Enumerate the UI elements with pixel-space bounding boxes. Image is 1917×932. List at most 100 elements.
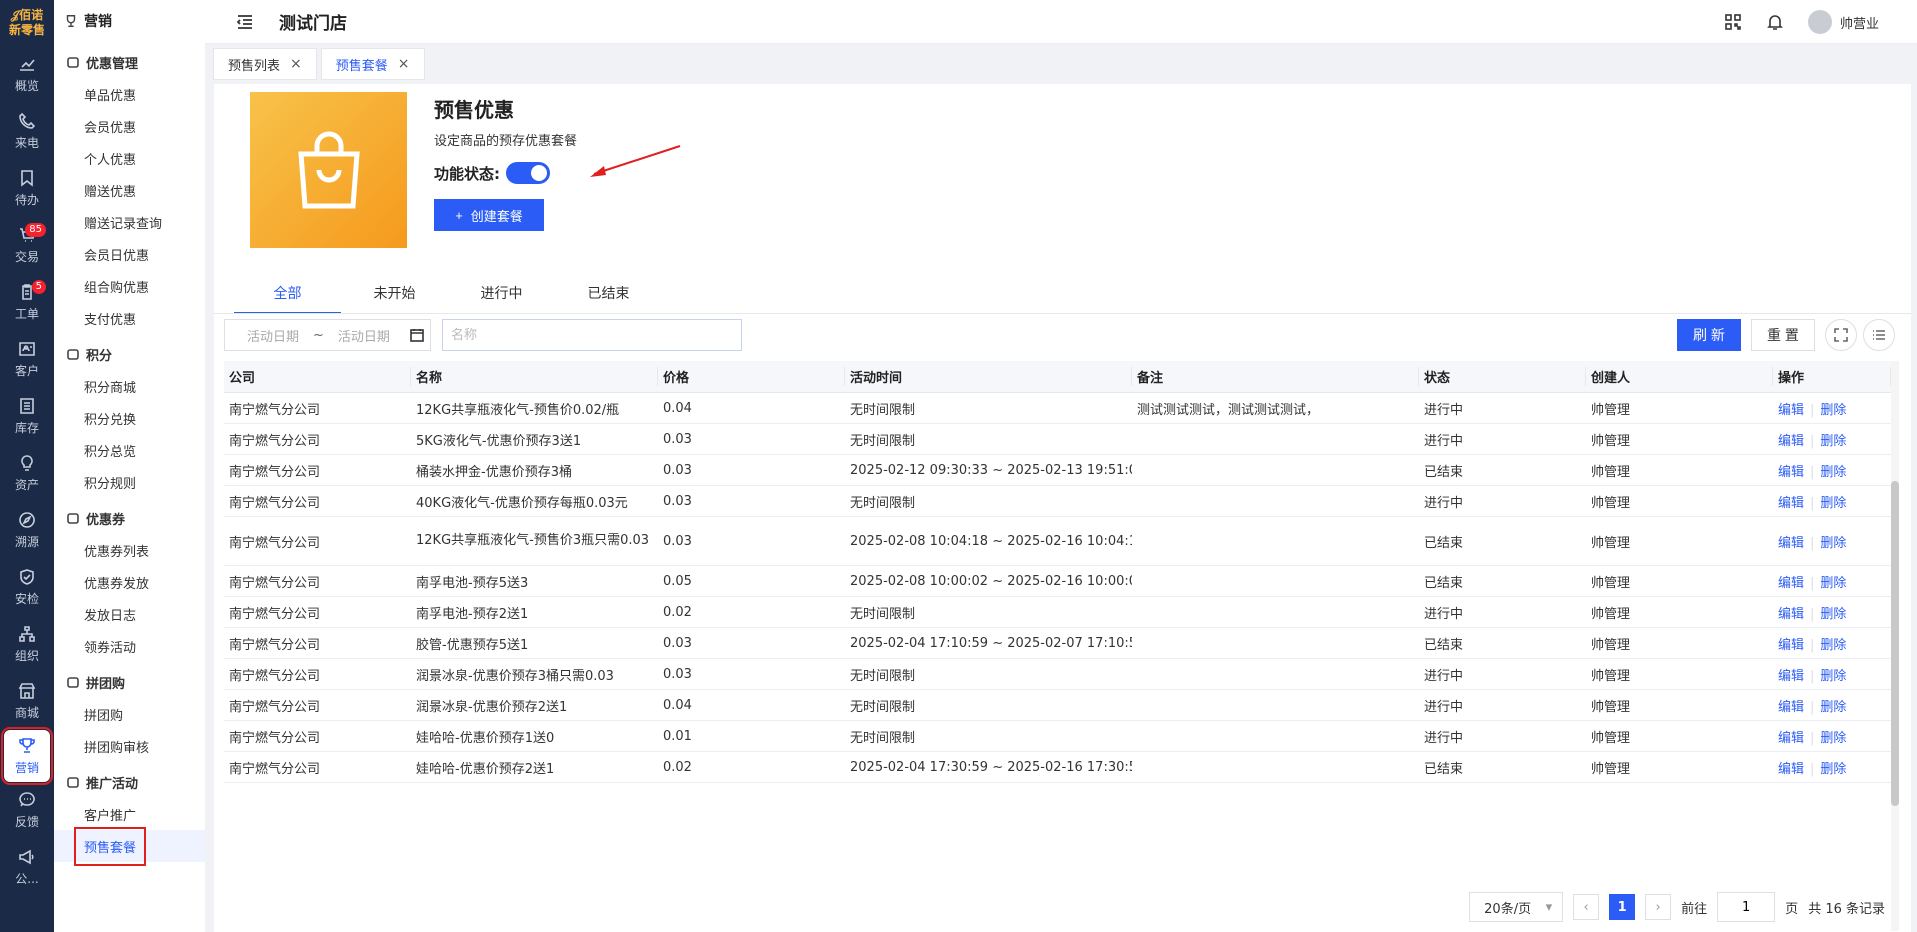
table-cell: 已结束 (1424, 464, 1464, 480)
rail-item-7[interactable]: 资产 (0, 445, 54, 502)
edit-link[interactable]: 编辑 (1778, 762, 1804, 777)
menu-item-2-0[interactable]: 优惠券列表 (54, 534, 205, 566)
menu-group-2[interactable]: 优惠券 (54, 502, 205, 534)
menu-item-2-3[interactable]: 领券活动 (54, 630, 205, 662)
date-range-picker[interactable]: 活动日期 ~ 活动日期 (224, 319, 431, 351)
delete-link[interactable]: 删除 (1820, 496, 1846, 511)
menu-item-1-2[interactable]: 积分总览 (54, 434, 205, 466)
menu-item-1-1[interactable]: 积分兑换 (54, 402, 205, 434)
edit-link[interactable]: 编辑 (1778, 434, 1804, 449)
status-tab-all[interactable]: 全部 (234, 280, 341, 314)
row-actions: 编辑 | 删除 (1773, 430, 1891, 449)
edit-link[interactable]: 编辑 (1778, 496, 1804, 511)
menu-item-0-3[interactable]: 赠送优惠 (54, 174, 205, 206)
user-menu[interactable]: 帅营业 (1807, 10, 1879, 34)
column-settings-button[interactable] (1863, 319, 1895, 351)
tab-presale-list[interactable]: 预售列表 × (213, 48, 317, 80)
delete-link[interactable]: 删除 (1820, 731, 1846, 746)
annotation-arrow-icon (590, 145, 681, 177)
delete-link[interactable]: 删除 (1820, 434, 1846, 449)
rail-item-5[interactable]: 客户 (0, 331, 54, 388)
menu-item-4-1[interactable]: 预售套餐 (54, 826, 205, 866)
menu-item-3-1[interactable]: 拼团购审核 (54, 730, 205, 762)
rail-item-label: 待办 (14, 193, 39, 207)
page-1-button[interactable]: 1 (1609, 894, 1636, 920)
rail-item-11[interactable]: 商城 (0, 673, 54, 730)
menu-item-3-0[interactable]: 拼团购 (54, 698, 205, 730)
app-rail: 𝒥佰诺 新零售 概览 来电 待办 交易 85 工单 5 客户 库存 资产 溯源 安检 组织 商城 营销 反馈公… (0, 0, 54, 932)
rail-item-8[interactable]: 溯源 (0, 502, 54, 559)
menu-item-1-3[interactable]: 积分规则 (54, 466, 205, 498)
menu-item-4-0[interactable]: 客户推广 (54, 798, 205, 830)
reset-button[interactable]: 重 置 (1751, 319, 1815, 351)
edit-link[interactable]: 编辑 (1778, 403, 1804, 418)
edit-link[interactable]: 编辑 (1778, 576, 1804, 591)
edit-link[interactable]: 编辑 (1778, 607, 1804, 622)
menu-item-0-6[interactable]: 组合购优惠 (54, 270, 205, 302)
status-tab-ended[interactable]: 已结束 (555, 280, 662, 314)
fullscreen-button[interactable] (1825, 319, 1857, 351)
menu-group-4[interactable]: 推广活动 (54, 766, 205, 798)
rail-item-3[interactable]: 交易 85 (0, 217, 54, 274)
menu-item-0-5[interactable]: 会员日优惠 (54, 238, 205, 270)
edit-link[interactable]: 编辑 (1778, 700, 1804, 715)
create-package-button[interactable]: + 创建套餐 (434, 199, 544, 231)
refresh-button[interactable]: 刷 新 (1677, 319, 1741, 351)
menu-item-0-2[interactable]: 个人优惠 (54, 142, 205, 174)
close-icon[interactable]: × (290, 56, 302, 72)
edit-link[interactable]: 编辑 (1778, 669, 1804, 684)
delete-link[interactable]: 删除 (1820, 465, 1846, 480)
next-page-button[interactable]: › (1645, 894, 1672, 920)
rail-item-9[interactable]: 安检 (0, 559, 54, 616)
delete-link[interactable]: 删除 (1820, 403, 1846, 418)
menu-group-1[interactable]: 积分 (54, 338, 205, 370)
status-tab-not-started[interactable]: 未开始 (341, 280, 448, 314)
edit-link[interactable]: 编辑 (1778, 465, 1804, 480)
delete-link[interactable]: 删除 (1820, 700, 1846, 715)
menu-item-0-4[interactable]: 赠送记录查询 (54, 206, 205, 238)
delete-link[interactable]: 删除 (1820, 762, 1846, 777)
close-icon[interactable]: × (398, 56, 410, 72)
menu-group-3[interactable]: 拼团购 (54, 666, 205, 698)
table-cell: 南宁燃气分公司 (229, 535, 321, 551)
column-header: 公司 (224, 367, 411, 386)
delete-link[interactable]: 删除 (1820, 536, 1846, 551)
tab-presale-package[interactable]: 预售套餐 × (320, 48, 425, 80)
collapse-menu-icon[interactable] (235, 12, 255, 32)
status-tab-ongoing[interactable]: 进行中 (448, 280, 555, 314)
qrcode-icon[interactable] (1724, 13, 1742, 31)
rail-item-1[interactable]: 来电 (0, 103, 54, 160)
name-search-input[interactable] (442, 319, 742, 351)
rail-item-12[interactable]: 营销 (1, 727, 53, 785)
rail-item-2[interactable]: 待办 (0, 160, 54, 217)
edit-link[interactable]: 编辑 (1778, 731, 1804, 746)
delete-link[interactable]: 删除 (1820, 576, 1846, 591)
menu-group-0[interactable]: 优惠管理 (54, 46, 205, 78)
rail-item-14[interactable]: 公... (0, 839, 54, 896)
page-size-select[interactable]: 20条/页 ▾ (1469, 892, 1564, 922)
feature-toggle[interactable] (506, 162, 550, 184)
bell-icon[interactable] (1766, 13, 1784, 31)
menu-item-0-1[interactable]: 会员优惠 (54, 110, 205, 142)
delete-link[interactable]: 删除 (1820, 638, 1846, 653)
delete-link[interactable]: 删除 (1820, 669, 1846, 684)
rail-item-4[interactable]: 工单 5 (0, 274, 54, 331)
table-row: 南宁燃气分公司 桶装水押金-优惠价预存3桶 0.03 2025-02-12 09:30… (224, 455, 1891, 486)
rail-item-6[interactable]: 库存 (0, 388, 54, 445)
goto-page-input[interactable] (1717, 892, 1776, 922)
prev-page-button[interactable]: ‹ (1573, 894, 1600, 920)
menu-item-2-1[interactable]: 优惠券发放 (54, 566, 205, 598)
menu-item-2-2[interactable]: 发放日志 (54, 598, 205, 630)
edit-link[interactable]: 编辑 (1778, 536, 1804, 551)
table-cell: 进行中 (1424, 402, 1464, 418)
delete-link[interactable]: 删除 (1820, 607, 1846, 622)
rail-item-0[interactable]: 概览 (0, 46, 54, 103)
menu-item-0-0[interactable]: 单品优惠 (54, 78, 205, 110)
rail-item-10[interactable]: 组织 (0, 616, 54, 673)
table-row: 南宁燃气分公司 12KG共享瓶液化气-预售价0.02/瓶 0.04 无时间限制 测试测试… (224, 393, 1891, 424)
scrollbar-thumb[interactable] (1891, 481, 1899, 806)
rail-item-13[interactable]: 反馈 (0, 782, 54, 839)
menu-item-0-7[interactable]: 支付优惠 (54, 302, 205, 334)
menu-item-1-0[interactable]: 积分商城 (54, 370, 205, 402)
edit-link[interactable]: 编辑 (1778, 638, 1804, 653)
